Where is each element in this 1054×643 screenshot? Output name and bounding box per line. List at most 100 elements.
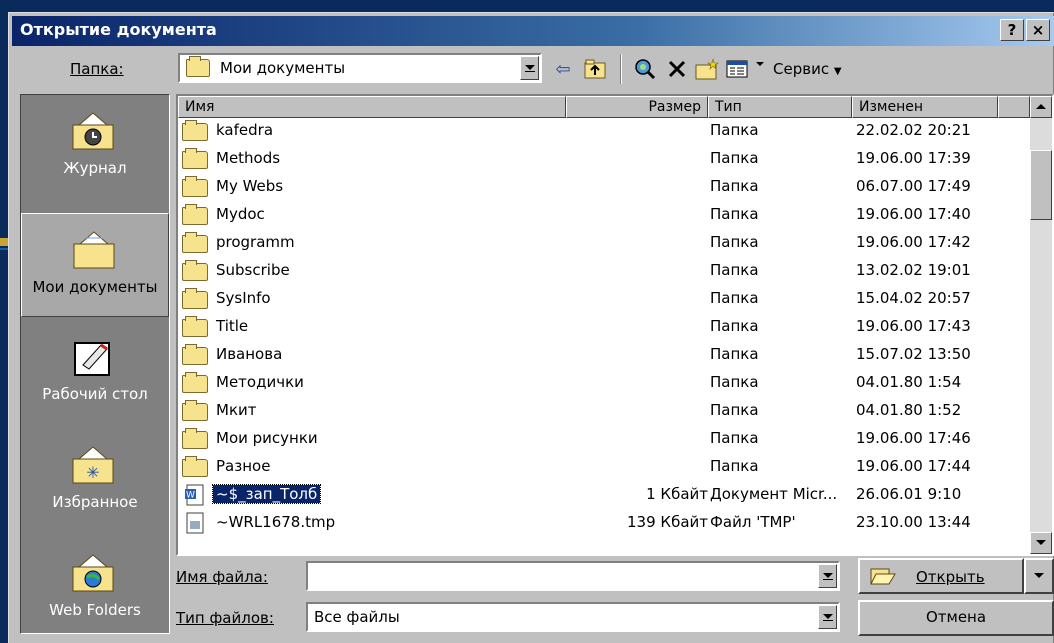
file-modified-cell: 23.10.00 13:44 bbox=[856, 513, 971, 531]
place-web-folders-label: Web Folders bbox=[49, 601, 141, 619]
file-name-cell: kafedra bbox=[216, 121, 274, 139]
place-history[interactable]: Журнал bbox=[21, 95, 169, 199]
folder-label-text: Папка: bbox=[70, 60, 124, 78]
file-modified-cell: 19.06.00 17:43 bbox=[856, 317, 971, 335]
tools-menu[interactable]: Сервис ▼ bbox=[773, 60, 842, 78]
file-name-cell: Mydoc bbox=[216, 205, 265, 223]
scroll-up-button[interactable] bbox=[1030, 96, 1052, 118]
folder-icon bbox=[182, 260, 208, 281]
close-button[interactable]: × bbox=[1026, 19, 1050, 41]
svg-text:W: W bbox=[186, 491, 195, 501]
file-list[interactable]: Имя Размер Тип Изменен kafedra Папка 22.02… bbox=[176, 94, 1054, 556]
folder-dropdown[interactable]: Мои документы bbox=[178, 53, 542, 83]
file-row[interactable]: Subscribe Папка 13.02.02 19:01 bbox=[178, 258, 1030, 286]
column-header-type[interactable]: Тип bbox=[708, 96, 852, 118]
file-row[interactable]: programm Папка 19.06.00 17:42 bbox=[178, 230, 1030, 258]
file-row[interactable]: Title Папка 19.06.00 17:43 bbox=[178, 314, 1030, 342]
folder-icon bbox=[182, 456, 208, 477]
file-name-input[interactable] bbox=[306, 561, 840, 591]
file-type-dropdown-arrow[interactable] bbox=[818, 605, 837, 629]
file-name-cell: My Webs bbox=[216, 177, 284, 195]
scroll-thumb[interactable] bbox=[1030, 150, 1052, 220]
folder-icon bbox=[182, 400, 208, 421]
file-name-dropdown-arrow[interactable] bbox=[818, 564, 837, 588]
up-one-level-icon[interactable] bbox=[582, 56, 608, 82]
delete-icon[interactable] bbox=[664, 56, 690, 82]
file-type-cell: Папка bbox=[710, 121, 759, 139]
folder-icon bbox=[182, 176, 208, 197]
vertical-scrollbar[interactable] bbox=[1030, 96, 1052, 554]
column-header-modified[interactable]: Изменен bbox=[852, 96, 998, 118]
file-name-cell: Subscribe bbox=[216, 261, 290, 279]
file-type-cell: Папка bbox=[710, 373, 759, 391]
file-modified-cell: 19.06.00 17:42 bbox=[856, 233, 971, 251]
file-row[interactable]: Разное Папка 19.06.00 17:44 bbox=[178, 454, 1030, 482]
views-icon[interactable] bbox=[724, 56, 750, 82]
file-row[interactable]: Mydoc Папка 19.06.00 17:40 bbox=[178, 202, 1030, 230]
file-size-cell: 139 Кбайт bbox=[627, 513, 708, 531]
file-type-select[interactable]: Все файлы bbox=[306, 602, 840, 632]
cancel-button[interactable]: Отмена bbox=[858, 600, 1054, 636]
file-modified-cell: 22.02.02 20:21 bbox=[856, 121, 971, 139]
file-row[interactable]: kafedra Папка 22.02.02 20:21 bbox=[178, 118, 1030, 146]
file-row[interactable]: SysInfo Папка 15.04.02 20:57 bbox=[178, 286, 1030, 314]
folder-dropdown-arrow[interactable] bbox=[520, 56, 539, 80]
file-type-cell: Папка bbox=[710, 261, 759, 279]
tmp-file-icon bbox=[182, 512, 208, 534]
tools-dropdown-arrow-icon: ▼ bbox=[833, 66, 842, 77]
folder-icon bbox=[182, 148, 208, 169]
folder-icon bbox=[182, 316, 208, 337]
file-type-label: Тип файлов: bbox=[176, 609, 274, 627]
file-name-label-text: Имя файла: bbox=[176, 568, 268, 586]
folder-label: Папка: bbox=[70, 60, 124, 78]
file-modified-cell: 19.06.00 17:44 bbox=[856, 457, 971, 475]
file-modified-cell: 04.01.80 1:54 bbox=[856, 373, 962, 391]
help-button[interactable]: ? bbox=[1000, 19, 1024, 41]
column-header-size[interactable]: Размер bbox=[566, 96, 708, 118]
scroll-up-icon bbox=[1036, 104, 1046, 109]
file-type-label-text: Тип файлов: bbox=[176, 609, 274, 627]
title-bar[interactable]: Открытие документа ? × bbox=[12, 16, 1054, 46]
open-document-dialog: Открытие документа ? × Папка: Мои докуме… bbox=[8, 12, 1054, 643]
open-button[interactable]: Открыть bbox=[858, 558, 1024, 594]
file-row[interactable]: ~WRL1678.tmp 139 Кбайт Файл 'TMP' 23.10.00 … bbox=[178, 510, 1030, 538]
file-modified-cell: 26.06.01 9:10 bbox=[856, 485, 962, 503]
place-my-documents-label: Мои документы bbox=[32, 278, 158, 296]
place-web-folders[interactable]: Web Folders bbox=[21, 537, 169, 641]
file-name-cell: ~WRL1678.tmp bbox=[216, 513, 336, 531]
file-type-cell: Папка bbox=[710, 233, 759, 251]
open-button-label: Открыть bbox=[916, 568, 985, 586]
place-favorites[interactable]: ✳ Избранное bbox=[21, 429, 169, 533]
file-name-cell: SysInfo bbox=[216, 289, 271, 307]
open-folder-icon bbox=[870, 568, 896, 585]
folder-icon bbox=[182, 428, 208, 449]
file-row[interactable]: Methods Папка 19.06.00 17:39 bbox=[178, 146, 1030, 174]
file-name-cell: Title bbox=[216, 317, 249, 335]
open-options-dropdown[interactable] bbox=[1024, 558, 1054, 594]
file-type-value: Все файлы bbox=[314, 608, 400, 626]
scroll-down-button[interactable] bbox=[1030, 532, 1052, 554]
folder-icon bbox=[182, 232, 208, 253]
file-name-cell: Мкит bbox=[216, 401, 257, 419]
file-row[interactable]: Мои рисунки Папка 19.06.00 17:46 bbox=[178, 426, 1030, 454]
place-desktop[interactable]: Рабочий стол bbox=[21, 321, 169, 425]
views-dropdown-arrow-icon[interactable] bbox=[756, 62, 764, 66]
search-web-icon[interactable] bbox=[632, 56, 658, 82]
place-my-documents[interactable]: Мои документы bbox=[21, 213, 169, 317]
file-modified-cell: 19.06.00 17:46 bbox=[856, 429, 971, 447]
place-desktop-label: Рабочий стол bbox=[42, 385, 148, 403]
back-icon[interactable]: ⇦ bbox=[550, 56, 576, 82]
file-row[interactable]: Мкит Папка 04.01.80 1:52 bbox=[178, 398, 1030, 426]
file-row[interactable]: Иванова Папка 15.07.02 13:50 bbox=[178, 342, 1030, 370]
file-name-label: Имя файла: bbox=[176, 568, 268, 586]
file-row[interactable]: W ~$_зап_Толб 1 Кбайт Документ Micr... 26.06… bbox=[178, 482, 1030, 510]
tools-menu-label: Сервис bbox=[773, 60, 830, 78]
file-type-cell: Папка bbox=[710, 429, 759, 447]
column-header-name[interactable]: Имя bbox=[178, 96, 566, 118]
places-bar: Журнал Мои документы Рабочий стол ✳ Избр… bbox=[20, 94, 170, 634]
file-modified-cell: 19.06.00 17:40 bbox=[856, 205, 971, 223]
file-row[interactable]: My Webs Папка 06.07.00 17:49 bbox=[178, 174, 1030, 202]
file-row[interactable]: Методички Папка 04.01.80 1:54 bbox=[178, 370, 1030, 398]
new-folder-icon[interactable] bbox=[694, 56, 720, 82]
place-history-label: Журнал bbox=[63, 159, 127, 177]
